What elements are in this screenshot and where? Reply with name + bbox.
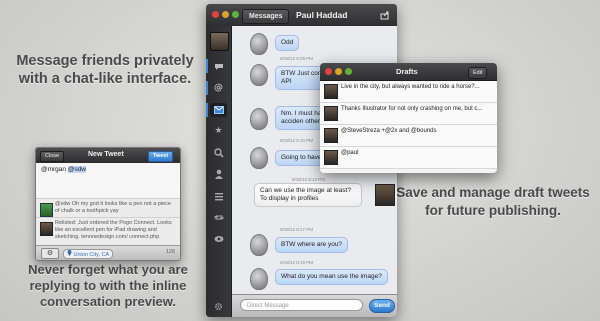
- draft-text: @paul: [341, 150, 359, 156]
- retweets-icon[interactable]: [210, 210, 227, 224]
- conversation-title: Paul Haddad: [296, 10, 348, 20]
- draft-avatar: [324, 106, 338, 121]
- new-tweet-footer: ⚙ Union City, CA 128: [36, 245, 180, 260]
- search-icon[interactable]: [210, 146, 227, 160]
- default-egg-avatar[interactable]: [250, 268, 268, 290]
- context-tweet-text: @sdw Oh my god it looks like a pen not a…: [55, 201, 171, 214]
- send-button[interactable]: Send: [369, 299, 395, 313]
- message-timestamp: 9/18/12 8:13 PM: [292, 177, 326, 182]
- close-button[interactable]: Close: [40, 151, 65, 162]
- draft-row[interactable]: @paul: [320, 147, 497, 169]
- draft-avatar: [324, 150, 338, 165]
- timeline-icon[interactable]: [210, 59, 227, 73]
- messages-back-button[interactable]: Messages: [242, 9, 290, 24]
- new-tweet-title: New Tweet: [88, 151, 124, 158]
- tweet-button[interactable]: Tweet: [148, 151, 174, 162]
- close-window-button[interactable]: [325, 68, 332, 75]
- zoom-window-button[interactable]: [232, 11, 239, 18]
- context-tweet-text: Relisted: Just ordered the Pogo Connect.…: [55, 220, 172, 240]
- feature-caption-inline-preview: Never forget what you are replying to wi…: [28, 262, 188, 309]
- location-pin-icon: [67, 250, 72, 256]
- context-tweet[interactable]: @sdw Oh my god it looks like a pen not a…: [36, 199, 180, 217]
- feature-caption-drafts: Save and manage draft tweets for future …: [396, 185, 590, 218]
- new-tweet-header: Close New Tweet Tweet: [36, 148, 180, 163]
- default-egg-avatar[interactable]: [250, 108, 268, 130]
- message-bubble: Can we use the image at least? To displa…: [254, 183, 362, 207]
- default-egg-avatar[interactable]: [250, 64, 268, 86]
- zoom-window-button[interactable]: [345, 68, 352, 75]
- message-bubble: Odd: [275, 35, 300, 51]
- share-icon[interactable]: [380, 10, 390, 20]
- options-gear-icon[interactable]: ⚙: [41, 248, 59, 259]
- tweet-compose-field[interactable]: @mrgan @sdw: [41, 166, 87, 173]
- default-egg-avatar[interactable]: [250, 147, 268, 169]
- draft-avatar: [324, 128, 338, 143]
- close-window-button[interactable]: [212, 11, 219, 18]
- context-tweet-avatar: [40, 222, 53, 236]
- direct-message-input[interactable]: Direct Message: [240, 299, 363, 311]
- highlighted-mention: @sdw: [67, 166, 87, 173]
- new-tweet-panel: Close New Tweet Tweet @mrgan @sdw @sdw O…: [35, 147, 181, 261]
- default-egg-avatar[interactable]: [250, 33, 268, 55]
- drafts-edit-button[interactable]: Edit: [468, 67, 488, 79]
- account-avatar[interactable]: [210, 32, 229, 51]
- location-button[interactable]: Union City, CA: [63, 249, 114, 259]
- location-label: Union City, CA: [73, 252, 110, 258]
- drafts-titlebar: Drafts Edit: [320, 63, 497, 81]
- message-composer: Direct Message Send: [232, 294, 397, 317]
- user-photo-avatar[interactable]: [375, 184, 395, 206]
- sidebar: @ ★: [206, 26, 232, 317]
- draft-avatar: [324, 84, 338, 99]
- draft-text: Live in the city, but always wanted to r…: [341, 84, 480, 90]
- minimize-window-button[interactable]: [222, 11, 229, 18]
- draft-row[interactable]: @SteveStreza +@2x and @bounds: [320, 125, 497, 147]
- minimize-window-button[interactable]: [335, 68, 342, 75]
- muted-icon[interactable]: [210, 232, 227, 246]
- default-egg-avatar[interactable]: [250, 234, 268, 256]
- message-bubble: What do you mean use the image?: [275, 269, 388, 285]
- message-timestamp: 9/18/12 8:10 PM: [280, 138, 314, 143]
- drafts-title: Drafts: [396, 67, 418, 76]
- draft-text: Thanks Illustrator for not only crashing…: [341, 106, 483, 112]
- character-count: 128: [165, 249, 175, 255]
- feature-caption-dm: Message friends privately with a chat-li…: [16, 53, 194, 87]
- context-tweet[interactable]: Relisted: Just ordered the Pogo Connect.…: [36, 218, 180, 245]
- favorites-icon[interactable]: ★: [210, 124, 227, 138]
- mentions-icon[interactable]: @: [210, 81, 227, 95]
- message-bubble: BTW where are you?: [275, 237, 349, 253]
- message-timestamp: 9/18/12 8:17 PM: [280, 227, 314, 232]
- draft-row[interactable]: Live in the city, but always wanted to r…: [320, 81, 497, 103]
- draft-text: @SteveStreza +@2x and @bounds: [341, 128, 437, 134]
- draft-row[interactable]: Thanks Illustrator for not only crashing…: [320, 103, 497, 125]
- message-timestamp: 9/18/12 8:19 PM: [280, 260, 314, 265]
- compose-text: @mrgan: [41, 166, 68, 173]
- message-timestamp: 9/18/12 8:09 PM: [280, 56, 314, 61]
- messages-titlebar: Messages Paul Haddad: [206, 4, 397, 27]
- profile-icon[interactable]: [210, 167, 227, 181]
- lists-icon[interactable]: [210, 189, 227, 203]
- drafts-window: Drafts Edit Live in the city, but always…: [320, 63, 497, 173]
- settings-gear-icon[interactable]: [214, 302, 223, 311]
- messages-icon[interactable]: [210, 103, 227, 117]
- context-tweet-avatar: [40, 203, 53, 217]
